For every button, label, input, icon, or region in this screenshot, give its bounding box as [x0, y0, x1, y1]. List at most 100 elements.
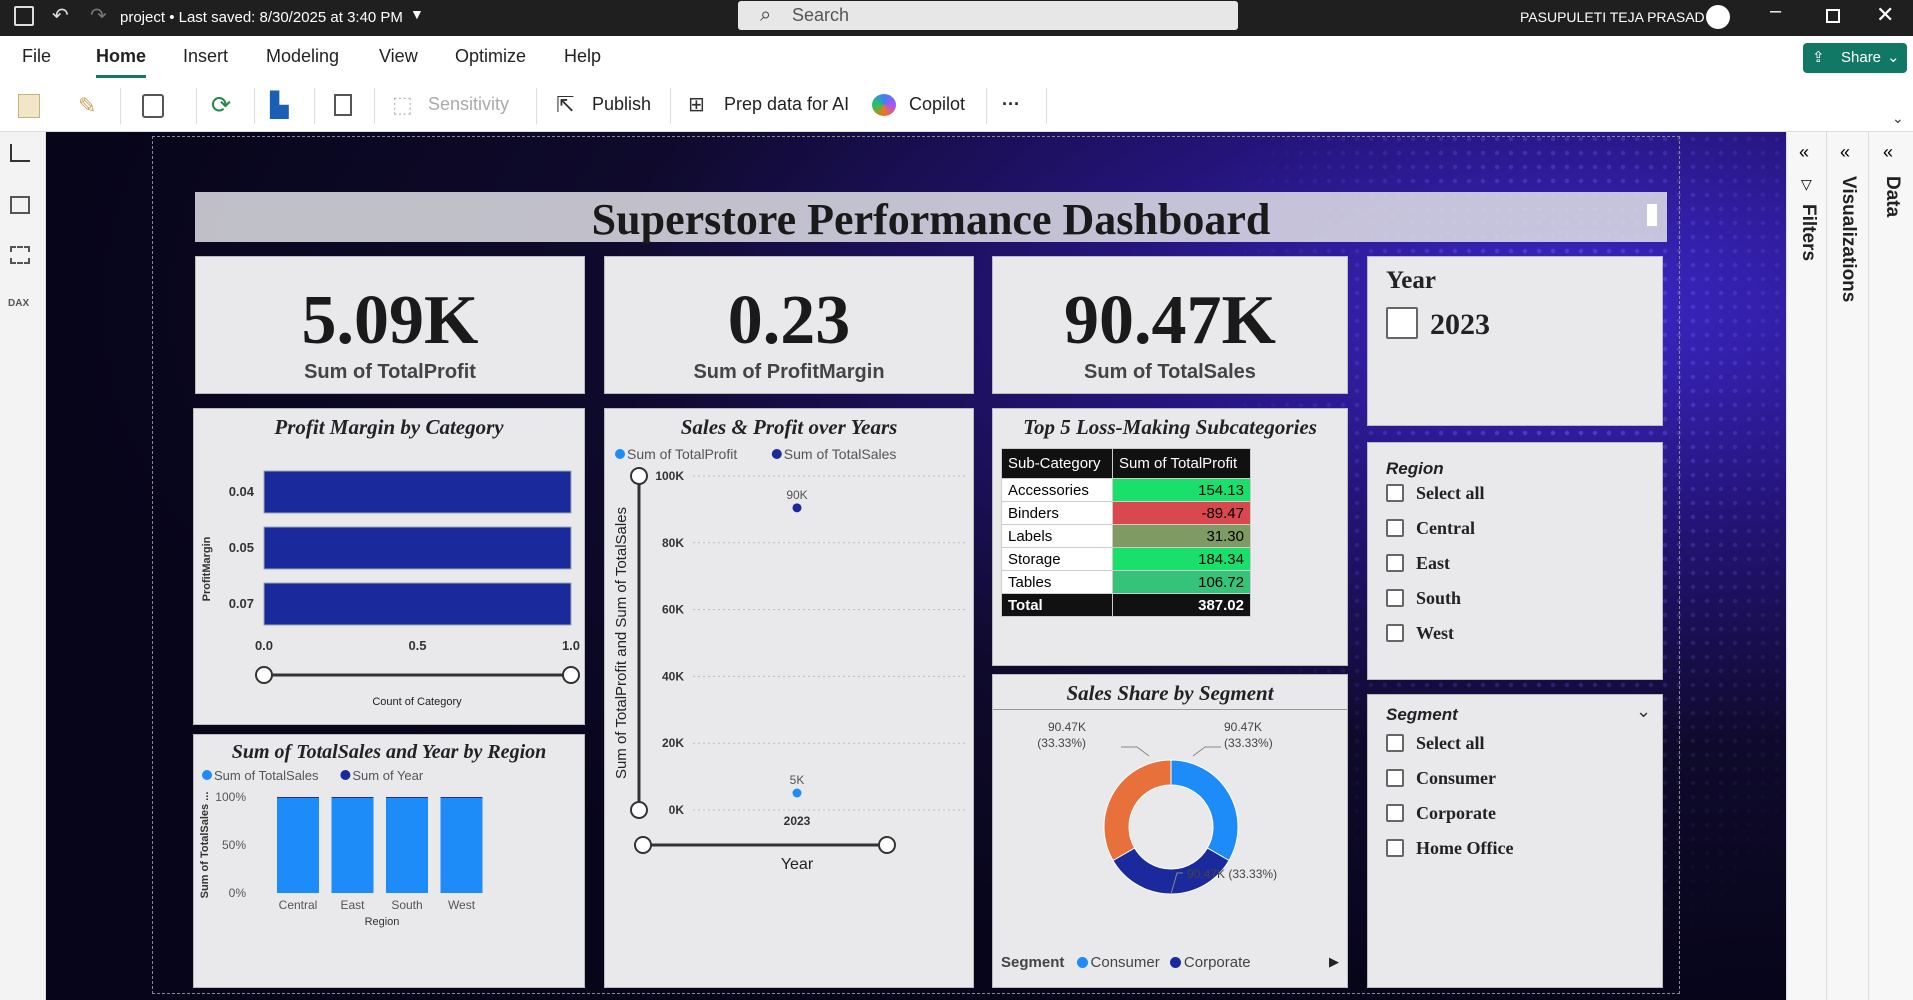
- legend-item-corporate[interactable]: Corporate: [1169, 954, 1251, 971]
- region-item-west[interactable]: West: [1386, 623, 1454, 644]
- segment-item-select-all[interactable]: Select all: [1386, 733, 1484, 754]
- calculator-icon[interactable]: [334, 94, 352, 116]
- scroll-handle[interactable]: [1647, 204, 1657, 226]
- tab-help[interactable]: Help: [564, 46, 601, 67]
- model-view-icon[interactable]: [10, 246, 30, 264]
- legend-item-consumer[interactable]: Consumer: [1076, 954, 1160, 971]
- profit-margin-chart[interactable]: Profit Margin by Category ProfitMargin 0.…: [193, 408, 585, 725]
- checkbox[interactable]: [1386, 484, 1404, 502]
- dax-query-icon[interactable]: DAX: [8, 298, 29, 309]
- tab-home[interactable]: Home: [96, 46, 146, 67]
- donut-slice: [1103, 759, 1172, 862]
- visualizations-pane[interactable]: « Visualizations: [1826, 132, 1868, 1000]
- table-row[interactable]: Labels 31.30: [1000, 524, 1251, 548]
- avatar[interactable]: [1706, 5, 1730, 29]
- tab-optimize[interactable]: Optimize: [455, 46, 526, 67]
- format-painter-icon[interactable]: ✎: [78, 93, 96, 119]
- tab-modeling[interactable]: Modeling: [266, 46, 339, 67]
- loss-table: Sub-Category Sum of TotalProfit Accessor…: [1000, 448, 1251, 617]
- expand-icon[interactable]: «: [1883, 142, 1893, 163]
- checkbox[interactable]: [1386, 589, 1404, 607]
- legend-marker: [202, 770, 212, 780]
- checkbox[interactable]: [1386, 554, 1404, 572]
- segment-slicer[interactable]: Segment ⌄ Select all Consumer Corporate Hom…: [1367, 694, 1663, 988]
- ribbon-toolbar: ✎ ⟳ ▙ ⬚ Sensitivity ⇱ Publish ⊞ Prep dat…: [0, 80, 1913, 132]
- collapse-ribbon-icon[interactable]: ⌄: [1892, 110, 1904, 127]
- region-item-select-all[interactable]: Select all: [1386, 483, 1484, 504]
- checkbox[interactable]: [1386, 769, 1404, 787]
- data-tab[interactable]: Data: [1881, 176, 1903, 217]
- data-label: 5K: [790, 773, 805, 787]
- checkbox[interactable]: [1386, 519, 1404, 537]
- y-tick-label: 0.05: [229, 540, 254, 555]
- close-icon[interactable]: ✕: [1876, 2, 1894, 28]
- table-row[interactable]: Accessories 154.13: [1000, 478, 1251, 502]
- legend-next-icon[interactable]: ▶: [1329, 954, 1339, 970]
- visualizations-tab[interactable]: Visualizations: [1837, 176, 1859, 302]
- more-options-button[interactable]: ···: [1002, 94, 1020, 115]
- copilot-button[interactable]: Copilot: [909, 94, 965, 115]
- segment-item-consumer[interactable]: Consumer: [1386, 768, 1496, 789]
- tab-view[interactable]: View: [379, 46, 418, 67]
- filters-tab[interactable]: Filters: [1797, 204, 1819, 261]
- checkbox[interactable]: [1386, 804, 1404, 822]
- new-visual-icon[interactable]: ▙: [270, 91, 288, 120]
- report-view-icon[interactable]: [10, 144, 30, 162]
- table-view-icon[interactable]: [10, 196, 30, 214]
- slicer-item-2023[interactable]: 2023: [1386, 307, 1490, 342]
- get-data-icon[interactable]: [142, 94, 164, 118]
- publish-icon[interactable]: ⇱: [556, 92, 574, 118]
- segment-item-home-office[interactable]: Home Office: [1386, 838, 1513, 859]
- ribbon-tabs: File Home Insert Modeling View Optimize …: [0, 36, 1913, 80]
- x-axis-label: Year: [781, 856, 814, 873]
- region-chart[interactable]: Sum of TotalSales and Year by Region Sum…: [193, 734, 585, 988]
- region-item-central[interactable]: Central: [1386, 518, 1475, 539]
- column-header[interactable]: Sub-Category: [1000, 448, 1114, 479]
- paste-icon[interactable]: [18, 94, 40, 118]
- undo-icon[interactable]: ↶: [52, 3, 69, 28]
- sales-profit-chart[interactable]: Sales & Profit over Years Sum of TotalPr…: [604, 408, 974, 988]
- data-pane[interactable]: « Data: [1868, 132, 1913, 1000]
- checkbox[interactable]: [1386, 307, 1418, 339]
- kpi-card-profit[interactable]: 5.09K Sum of TotalProfit: [195, 256, 585, 394]
- kpi-card-sales[interactable]: 90.47K Sum of TotalSales: [992, 256, 1348, 394]
- maximize-icon[interactable]: [1826, 9, 1840, 23]
- prep-data-button[interactable]: Prep data for AI: [724, 94, 849, 115]
- redo-icon[interactable]: ↷: [90, 3, 107, 28]
- publish-button[interactable]: Publish: [592, 94, 651, 115]
- column-header[interactable]: Sum of TotalProfit: [1112, 448, 1251, 479]
- prep-data-icon[interactable]: ⊞: [688, 92, 705, 117]
- expand-icon[interactable]: «: [1840, 142, 1850, 163]
- search-box[interactable]: ⌕ Search: [738, 1, 1238, 30]
- region-item-south[interactable]: South: [1386, 588, 1461, 609]
- table-row[interactable]: Tables 106.72: [1000, 570, 1251, 594]
- checkbox[interactable]: [1386, 624, 1404, 642]
- kpi-card-margin[interactable]: 0.23 Sum of ProfitMargin: [604, 256, 974, 394]
- save-icon[interactable]: [14, 6, 34, 26]
- tab-insert[interactable]: Insert: [183, 46, 228, 67]
- refresh-icon[interactable]: ⟳: [211, 91, 231, 120]
- segment-item-corporate[interactable]: Corporate: [1386, 803, 1496, 824]
- tab-file[interactable]: File: [22, 46, 51, 67]
- chevron-down-icon[interactable]: ⌄: [1636, 701, 1651, 722]
- filters-pane[interactable]: « ▽ Filters: [1786, 132, 1826, 1000]
- column-segment: [331, 797, 374, 893]
- checkbox[interactable]: [1386, 734, 1404, 752]
- document-title: project • Last saved: 8/30/2025 at 3:40 …: [120, 9, 403, 26]
- divider: [536, 88, 537, 124]
- chevron-down-icon[interactable]: ▼: [410, 6, 424, 22]
- region-item-east[interactable]: East: [1386, 553, 1450, 574]
- loss-table-card[interactable]: Top 5 Loss-Making Subcategories Sub-Cate…: [992, 408, 1348, 666]
- expand-icon[interactable]: «: [1799, 142, 1809, 163]
- table-row[interactable]: Storage 184.34: [1000, 547, 1251, 571]
- region-slicer[interactable]: Region Select all Central East South West: [1367, 442, 1663, 680]
- y-tick-label: 100%: [215, 790, 246, 804]
- checkbox[interactable]: [1386, 839, 1404, 857]
- share-button[interactable]: ⇪ Share ⌄: [1803, 43, 1907, 73]
- view-switcher: DAX: [0, 132, 46, 1000]
- minimize-icon[interactable]: –: [1770, 0, 1781, 23]
- segment-donut-chart[interactable]: Sales Share by Segment 90.47K (33.33%) 90.…: [992, 674, 1348, 988]
- year-slicer[interactable]: Year 2023: [1367, 256, 1663, 426]
- copilot-icon[interactable]: [872, 94, 896, 116]
- table-row[interactable]: Binders -89.47: [1000, 501, 1251, 525]
